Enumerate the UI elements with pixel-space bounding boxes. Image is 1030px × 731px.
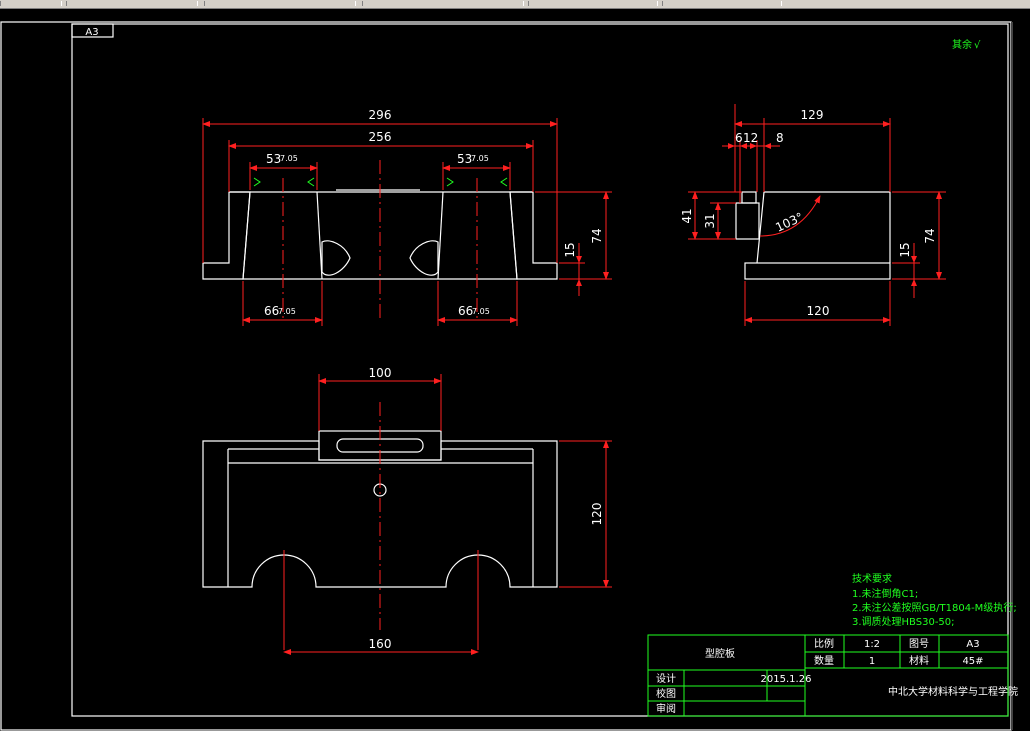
dim-53-right-tol: 7.05: [471, 154, 489, 163]
qty-value: 1: [869, 656, 875, 667]
dim-74-front: 74: [590, 228, 604, 243]
roughness-symbol: √: [974, 40, 981, 51]
drawing-no-value: A3: [966, 639, 979, 650]
material-label: 材料: [909, 654, 929, 667]
dim-66-right-tol: 7.05: [472, 307, 490, 316]
scale-label: 比例: [814, 637, 834, 650]
dim-296: 296: [369, 108, 392, 122]
tech-item-3: 3.调质处理HBS30-50;: [852, 616, 955, 628]
tech-item-2: 2.未注公差按照GB/T1804-M级执行;: [852, 601, 1017, 614]
dim-120-side: 120: [807, 304, 830, 318]
dim-74-side: 74: [923, 228, 937, 243]
dim-12: 12: [743, 131, 758, 145]
approve-label: 审阅: [656, 702, 676, 715]
dim-6: 6: [735, 131, 743, 145]
check-label: 校图: [656, 687, 676, 700]
dim-256: 256: [369, 130, 392, 144]
dim-66-left: 66: [264, 304, 279, 318]
qty-label: 数量: [814, 654, 834, 667]
dim-31: 31: [703, 213, 717, 228]
drawing-canvas[interactable]: A3 其余 √ 296 256 53 7.05 53 7.05 66 7.05 …: [0, 0, 1030, 731]
dim-160: 160: [369, 637, 392, 651]
dim-129: 129: [801, 108, 824, 122]
left-symbol: [253, 177, 315, 187]
front-left-cavity: [321, 240, 351, 276]
dim-41: 41: [680, 208, 694, 223]
dim-120-top: 120: [590, 503, 604, 526]
part-name: 型腔板: [705, 647, 735, 660]
dim-15-side: 15: [898, 242, 912, 257]
design-date: 2015.1.26: [761, 674, 812, 685]
side-view: 129 6 12 8 41 31 103° 74 15 120: [680, 104, 946, 326]
tech-item-1: 1.未注倒角C1;: [852, 587, 918, 600]
dim-53-left-tol: 7.05: [280, 154, 298, 163]
design-label: 设计: [656, 672, 676, 685]
tech-requirements: 技术要求 1.未注倒角C1; 2.未注公差按照GB/T1804-M级执行; 3.…: [852, 572, 1017, 628]
roughness-note: 其余: [952, 38, 972, 51]
tech-title: 技术要求: [852, 572, 892, 585]
front-view: 296 256 53 7.05 53 7.05 66 7.05 66 7.05: [202, 108, 612, 326]
dim-angle: 103°: [773, 210, 805, 235]
front-right-flange: [509, 191, 558, 280]
dim-8: 8: [776, 131, 784, 145]
dim-15-front: 15: [563, 242, 577, 257]
top-view: 100 120 160: [202, 366, 612, 655]
school-name: 中北大学材料科学与工程学院: [888, 685, 1018, 698]
dim-53-right: 53: [457, 152, 472, 166]
drawing-no-label: 图号: [909, 638, 929, 650]
sheet-size-label: A3: [85, 27, 98, 38]
front-left-flange: [202, 191, 251, 280]
scale-value: 1:2: [864, 639, 880, 650]
material-value: 45#: [962, 656, 983, 667]
dim-66-right: 66: [458, 304, 473, 318]
dim-66-left-tol: 7.05: [278, 307, 296, 316]
front-right-cavity: [409, 240, 439, 276]
dim-53-left: 53: [266, 152, 281, 166]
dim-100: 100: [369, 366, 392, 380]
